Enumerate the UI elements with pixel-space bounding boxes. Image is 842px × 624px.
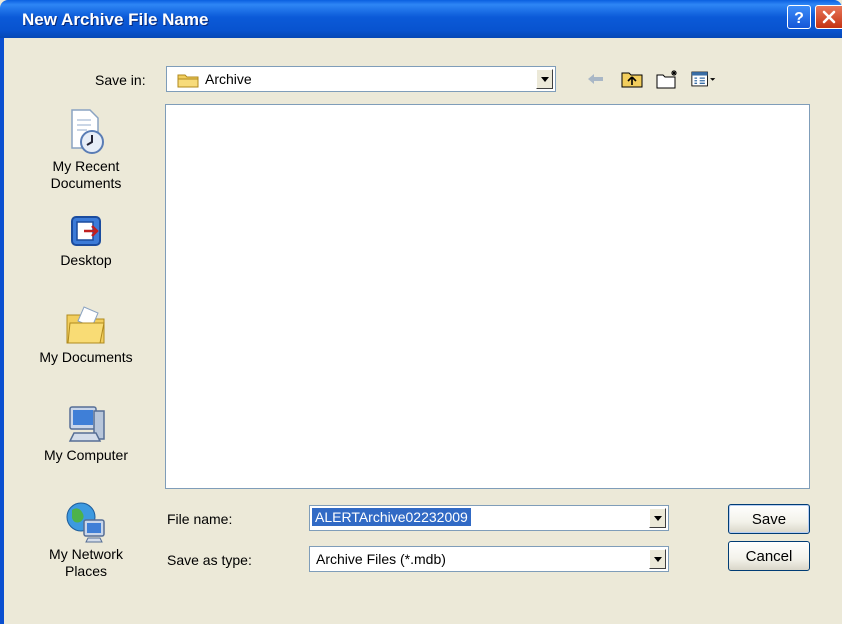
- new-folder-button[interactable]: [655, 68, 681, 90]
- save-as-type-dropdown[interactable]: Archive Files (*.mdb): [309, 546, 669, 572]
- place-label: My Recent: [52, 158, 120, 174]
- network-places-icon: [66, 502, 105, 543]
- up-folder-button[interactable]: [619, 68, 645, 90]
- place-my-documents[interactable]: My Documents: [30, 303, 142, 366]
- new-folder-icon: [656, 70, 677, 89]
- window-border: [0, 38, 4, 624]
- save-in-dropdown[interactable]: Archive: [166, 66, 556, 92]
- views-menu-icon: [691, 71, 716, 87]
- place-label: Places: [64, 563, 108, 579]
- folder-icon: [177, 74, 199, 88]
- cancel-button[interactable]: Cancel: [728, 541, 810, 571]
- save-as-type-label: Save as type:: [167, 552, 252, 568]
- up-folder-icon: [621, 72, 643, 88]
- svg-text:?: ?: [794, 10, 804, 25]
- place-label: Desktop: [60, 252, 112, 268]
- file-name-label: File name:: [167, 511, 233, 527]
- help-icon: ?: [794, 10, 804, 25]
- save-button[interactable]: Save: [728, 504, 810, 534]
- chevron-down-icon[interactable]: [649, 508, 666, 528]
- back-arrow-icon: [588, 74, 603, 84]
- place-label: My Network: [49, 546, 123, 562]
- save-as-type-value: Archive Files (*.mdb): [316, 551, 446, 567]
- my-computer-icon: [68, 406, 105, 442]
- file-name-input[interactable]: ALERTArchive02232009: [309, 505, 669, 531]
- back-button[interactable]: [583, 68, 609, 90]
- toolbar: [583, 68, 717, 90]
- place-desktop[interactable]: Desktop: [30, 214, 142, 269]
- desktop-icon: [71, 216, 101, 246]
- save-in-label: Save in:: [95, 72, 146, 88]
- file-name-value: ALERTArchive02232009: [312, 508, 471, 526]
- title-bar[interactable]: New Archive File Name ?: [0, 0, 842, 38]
- file-list[interactable]: [165, 104, 810, 489]
- close-icon: [822, 10, 836, 24]
- place-label: My Documents: [39, 349, 133, 365]
- place-label: My Computer: [43, 447, 129, 463]
- chevron-down-icon[interactable]: [649, 549, 666, 569]
- place-label: Documents: [50, 175, 122, 191]
- place-network-places[interactable]: My Network Places: [30, 500, 142, 580]
- place-recent-documents[interactable]: My Recent Documents: [30, 108, 142, 192]
- views-menu-button[interactable]: [691, 68, 717, 90]
- my-documents-icon: [66, 306, 105, 344]
- window-title: New Archive File Name: [22, 10, 209, 29]
- place-my-computer[interactable]: My Computer: [30, 403, 142, 464]
- save-in-value: Archive: [205, 71, 252, 87]
- recent-documents-icon: [71, 109, 104, 154]
- close-button[interactable]: [815, 5, 842, 29]
- chevron-down-icon[interactable]: [536, 69, 553, 89]
- help-button[interactable]: ?: [787, 5, 811, 29]
